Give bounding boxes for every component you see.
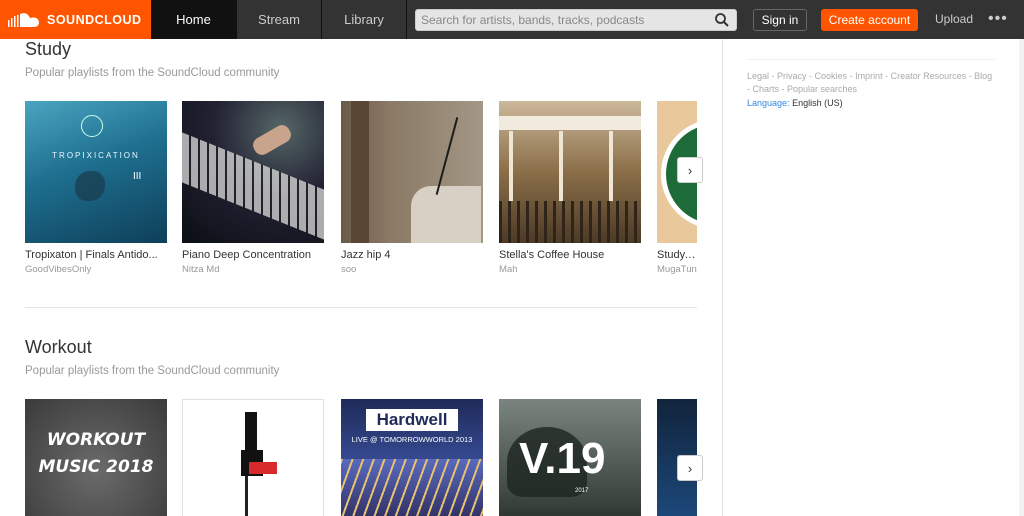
footer-link-legal[interactable]: Legal [747,71,769,81]
playlist-card[interactable]: Study, C MugaTun [657,101,697,275]
section-subtitle: Popular playlists from the SoundCloud co… [25,67,280,79]
sidebar-divider [747,59,995,60]
artwork-text: WORKOUT MUSIC 2018 [38,430,154,477]
cloud-logo-icon [8,12,39,27]
create-account-button[interactable]: Create account [821,9,918,31]
footer-link-blog[interactable]: Blog [974,71,992,81]
more-menu-icon[interactable]: ••• [988,11,1008,27]
search-input[interactable] [415,9,737,31]
playlist-artwork[interactable]: V.19 2017 [499,399,641,516]
playlist-card[interactable]: WORKOUT MUSIC 2018 [25,399,167,516]
playlist-artwork[interactable] [499,101,641,243]
logo-text: SOUNDCLOUD [47,12,142,27]
playlist-artwork[interactable] [341,101,483,243]
playlist-title[interactable]: Piano Deep Concentration [182,249,324,261]
section-title-workout: Workout [25,337,92,357]
chevron-right-icon: › [687,460,693,476]
footer-link-imprint[interactable]: Imprint [855,71,883,81]
tab-stream[interactable]: Stream [237,0,322,39]
artwork-subtext: 2017 [575,488,589,494]
artwork-text: Hardwell [366,409,458,431]
language-selector[interactable]: Language: English (US) [747,98,843,108]
playlist-user[interactable]: MugaTun [657,264,697,275]
playlist-title[interactable]: Stella's Coffee House [499,249,641,261]
playlist-card[interactable]: Jazz hip 4 soo [341,101,483,275]
playlist-artwork[interactable] [182,399,324,516]
top-bar: SOUNDCLOUD Home Stream Library Sign in C… [0,0,1024,39]
playlist-card[interactable]: Piano Deep Concentration Nitza Md [182,101,324,275]
section-title-study: Study [25,39,72,59]
playlist-card[interactable]: TROPIXICATION III Tropixaton | Finals An… [25,101,167,275]
playlist-user[interactable]: soo [341,264,483,275]
playlist-artwork[interactable]: TROPIXICATION III [25,101,167,243]
chevron-right-icon: › [687,162,693,178]
section-divider [25,307,697,308]
carousel-next-button[interactable]: › [677,157,703,183]
sign-in-button[interactable]: Sign in [753,9,807,31]
footer-link-charts[interactable]: Charts [753,84,780,94]
language-label[interactable]: Language: [747,98,790,108]
playlist-artwork[interactable]: Hardwell LIVE @ TOMORROWWORLD 2013 [341,399,483,516]
main-content: Study Popular playlists from the SoundCl… [0,39,722,516]
right-sidebar: Legal - Privacy - Cookies - Imprint - Cr… [722,39,1019,516]
artwork-text: TROPIXICATION [52,151,140,160]
playlist-title[interactable]: Tropixaton | Finals Antido... [25,249,167,261]
playlist-user[interactable]: Mah [499,264,641,275]
playlist-user[interactable]: Nitza Md [182,264,324,275]
tab-library[interactable]: Library [322,0,407,39]
playlist-artwork[interactable] [182,101,324,243]
artwork-subtext: LIVE @ TOMORROWWORLD 2013 [351,435,473,444]
tab-home[interactable]: Home [151,0,237,39]
language-value: English (US) [792,98,843,108]
playlist-title[interactable]: Jazz hip 4 [341,249,483,261]
playlist-user[interactable]: GoodVibesOnly [25,264,167,275]
playlist-title[interactable]: Study, C [657,249,697,261]
playlist-card[interactable]: V.19 2017 [499,399,641,516]
playlist-card[interactable]: Stella's Coffee House Mah [499,101,641,275]
footer-links: Legal - Privacy - Cookies - Imprint - Cr… [747,71,993,94]
artwork-text: V.19 [519,434,606,483]
playlist-card[interactable] [182,399,324,516]
carousel-next-button[interactable]: › [677,455,703,481]
footer-link-privacy[interactable]: Privacy [777,71,807,81]
search-icon[interactable] [714,12,730,28]
footer-link-creator-resources[interactable]: Creator Resources [891,71,967,81]
playlist-artwork[interactable]: WORKOUT MUSIC 2018 [25,399,167,516]
upload-link[interactable]: Upload [935,12,973,26]
playlist-card[interactable]: Hardwell LIVE @ TOMORROWWORLD 2013 [341,399,483,516]
soundcloud-logo[interactable]: SOUNDCLOUD [0,0,151,39]
section-subtitle: Popular playlists from the SoundCloud co… [25,365,280,377]
footer-link-cookies[interactable]: Cookies [815,71,848,81]
footer-link-popular-searches[interactable]: Popular searches [787,84,857,94]
